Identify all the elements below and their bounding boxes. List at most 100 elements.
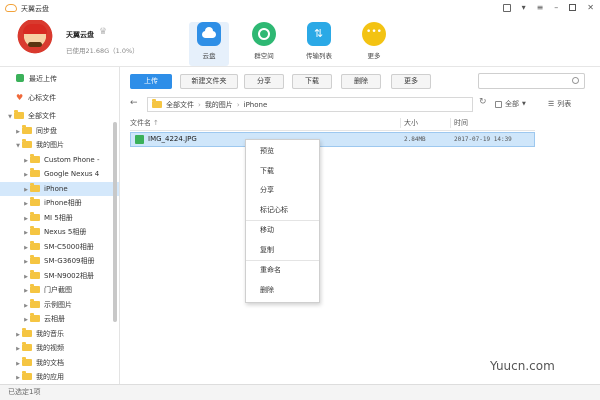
search-input[interactable] [478,73,585,89]
sidebar-folder-item[interactable]: ▶ 云相册 [0,312,119,327]
more-button[interactable]: 更多 [391,74,431,89]
sidebar-item-label: SM-N9002相册 [44,271,95,280]
sidebar-item-favorites[interactable]: ♥ 心标文件 [0,91,119,106]
context-menu-item[interactable]: 删除 [246,281,319,301]
breadcrumb-item[interactable]: 全部文件 [166,100,194,110]
avatar[interactable] [15,20,55,60]
sidebar-folder-item[interactable]: ▶ 我的文档 [0,356,119,371]
status-text: 已选定1项 [8,388,41,396]
collapse-arrow-icon[interactable]: ▶ [22,284,30,299]
share-button[interactable]: 分享 [244,74,284,89]
sidebar-item-all-files[interactable]: ▼ 全部文件 [0,109,119,124]
sidebar-folder-item[interactable]: ▶ 我的音乐 [0,327,119,342]
file-time: 2017-07-19 14:39 [454,136,512,143]
app-logo-icon [5,4,17,12]
download-button[interactable]: 下载 [292,74,332,89]
context-menu-item[interactable]: 移动 [246,221,319,241]
filter-dropdown[interactable]: 全部 ▼ [495,99,526,109]
image-file-icon [135,135,144,144]
context-menu-item[interactable]: 复制 [246,241,319,261]
collapse-arrow-icon[interactable]: ▶ [14,125,22,140]
sidebar-folder-item[interactable]: ▶ 我的应用 [0,370,119,385]
sidebar-folder-item[interactable]: ▶ SM-G3609相册 [0,254,119,269]
column-header-size[interactable]: 大小 [400,118,418,128]
minimize-icon[interactable]: – [554,3,558,12]
feedback-icon[interactable] [502,3,511,12]
collapse-arrow-icon[interactable]: ▶ [14,342,22,357]
sidebar-item-label: 全部文件 [28,112,56,120]
more-icon: ••• [362,22,386,46]
breadcrumb-separator-icon: › [236,100,240,109]
title-bar: 天翼云盘 ▾ ≡ – ✕ [0,0,600,17]
upload-button[interactable]: 上传 [130,74,172,89]
sidebar-item-label: 示例图片 [44,300,72,309]
maximize-icon[interactable] [569,4,577,11]
collapse-arrow-icon[interactable]: ▶ [22,313,30,328]
sidebar-folder-item[interactable]: ▶ iPhone [0,181,119,198]
storage-usage: 已使用21.68G（1.0%） [66,47,139,55]
sidebar-folder-item[interactable]: ▶ 我的视频 [0,341,119,356]
chevron-down-icon: ▼ [522,101,526,107]
sidebar-folder-item[interactable]: ▶ SM-N9002相册 [0,269,119,284]
heart-icon: ♥ [16,92,24,102]
breadcrumb-item[interactable]: iPhone [244,101,268,109]
sidebar-folder-item[interactable]: ▶ MI 5相册 [0,211,119,226]
search-icon[interactable] [572,77,579,84]
breadcrumb-item[interactable]: 我的图片 [205,100,233,110]
close-icon[interactable]: ✕ [587,3,594,12]
sidebar-folder-item[interactable]: ▶ Nexus 5相册 [0,225,119,240]
sidebar-item-label: 我的文档 [36,358,64,367]
expand-arrow-icon[interactable]: ▼ [14,139,22,154]
sidebar-folder-item[interactable]: ▶ 同步盘 [0,124,119,139]
collapse-arrow-icon[interactable]: ▶ [14,328,22,343]
sidebar-folder-item[interactable]: ▼ 我的图片 [0,138,119,153]
sidebar-item-label: 我的视频 [36,344,64,352]
collapse-arrow-icon[interactable]: ▶ [22,299,30,314]
collapse-arrow-icon[interactable]: ▶ [14,357,22,372]
refresh-icon[interactable]: ↻ [479,97,487,107]
folder-icon [30,255,40,264]
table-row[interactable]: IMG_4224.JPG 2.84MB 2017-07-19 14:39 [130,132,535,147]
nav-more[interactable]: ••• 更多 [354,22,394,66]
sidebar-folder-item[interactable]: ▶ 示例图片 [0,298,119,313]
context-menu-item[interactable]: 分享 [246,181,319,201]
sidebar-folder-item[interactable]: ▶ iPhone相册 [0,196,119,211]
column-header-time[interactable]: 时间 [450,118,468,128]
back-button[interactable]: ← [130,98,138,108]
sidebar-item-recent-upload[interactable]: 最近上传 [0,72,119,87]
context-menu-item[interactable]: 重命名 [246,261,319,281]
dropdown-icon[interactable]: ▾ [522,3,526,12]
view-toggle[interactable]: ☰ 列表 [548,99,571,109]
collapse-arrow-icon[interactable]: ▶ [22,241,30,256]
delete-button[interactable]: 删除 [341,74,381,89]
sidebar-folder-item[interactable]: ▶ Custom Phone - [0,153,119,168]
collapse-arrow-icon[interactable]: ▶ [22,226,30,241]
new-folder-button[interactable]: 新建文件夹 [180,74,238,89]
nav-cloud-disk[interactable]: 云盘 [189,22,229,66]
context-menu-item[interactable]: 预览 [246,142,319,162]
collapse-arrow-icon[interactable]: ▶ [22,212,30,227]
nav-label: 群空间 [254,52,274,60]
column-header-name[interactable]: 文件名 ↑ [130,118,159,128]
sidebar-item-label: SM-C5000相册 [44,242,94,251]
collapse-arrow-icon[interactable]: ▶ [22,255,30,270]
collapse-arrow-icon[interactable]: ▶ [22,183,30,198]
menu-icon[interactable]: ≡ [537,3,544,12]
context-menu-item[interactable]: 标记心标 [246,201,319,221]
nav-group-space[interactable]: 群空间 [244,22,284,66]
sidebar-folder-item[interactable]: ▶ SM-C5000相册 [0,240,119,255]
collapse-arrow-icon[interactable]: ▶ [22,270,30,285]
nav-transfer-list[interactable]: ⇅ 传输列表 [299,22,339,66]
collapse-arrow-icon[interactable]: ▶ [22,197,30,212]
collapse-arrow-icon[interactable]: ▶ [22,168,30,183]
view-label: 列表 [557,100,572,108]
sidebar-scrollbar[interactable] [113,122,117,322]
expand-arrow-icon[interactable]: ▼ [6,110,14,125]
folder-icon [22,124,32,134]
context-menu: 预览 下载 分享 标记心标 移动 复制 重命名 删除 [245,139,320,303]
context-menu-item[interactable]: 下载 [246,162,319,182]
collapse-arrow-icon[interactable]: ▶ [22,154,30,169]
sidebar-folder-item[interactable]: ▶ 门户截图 [0,283,119,298]
sidebar-folder-item[interactable]: ▶ Google Nexus 4 [0,167,119,182]
watermark: Yuucn.com [490,359,555,373]
